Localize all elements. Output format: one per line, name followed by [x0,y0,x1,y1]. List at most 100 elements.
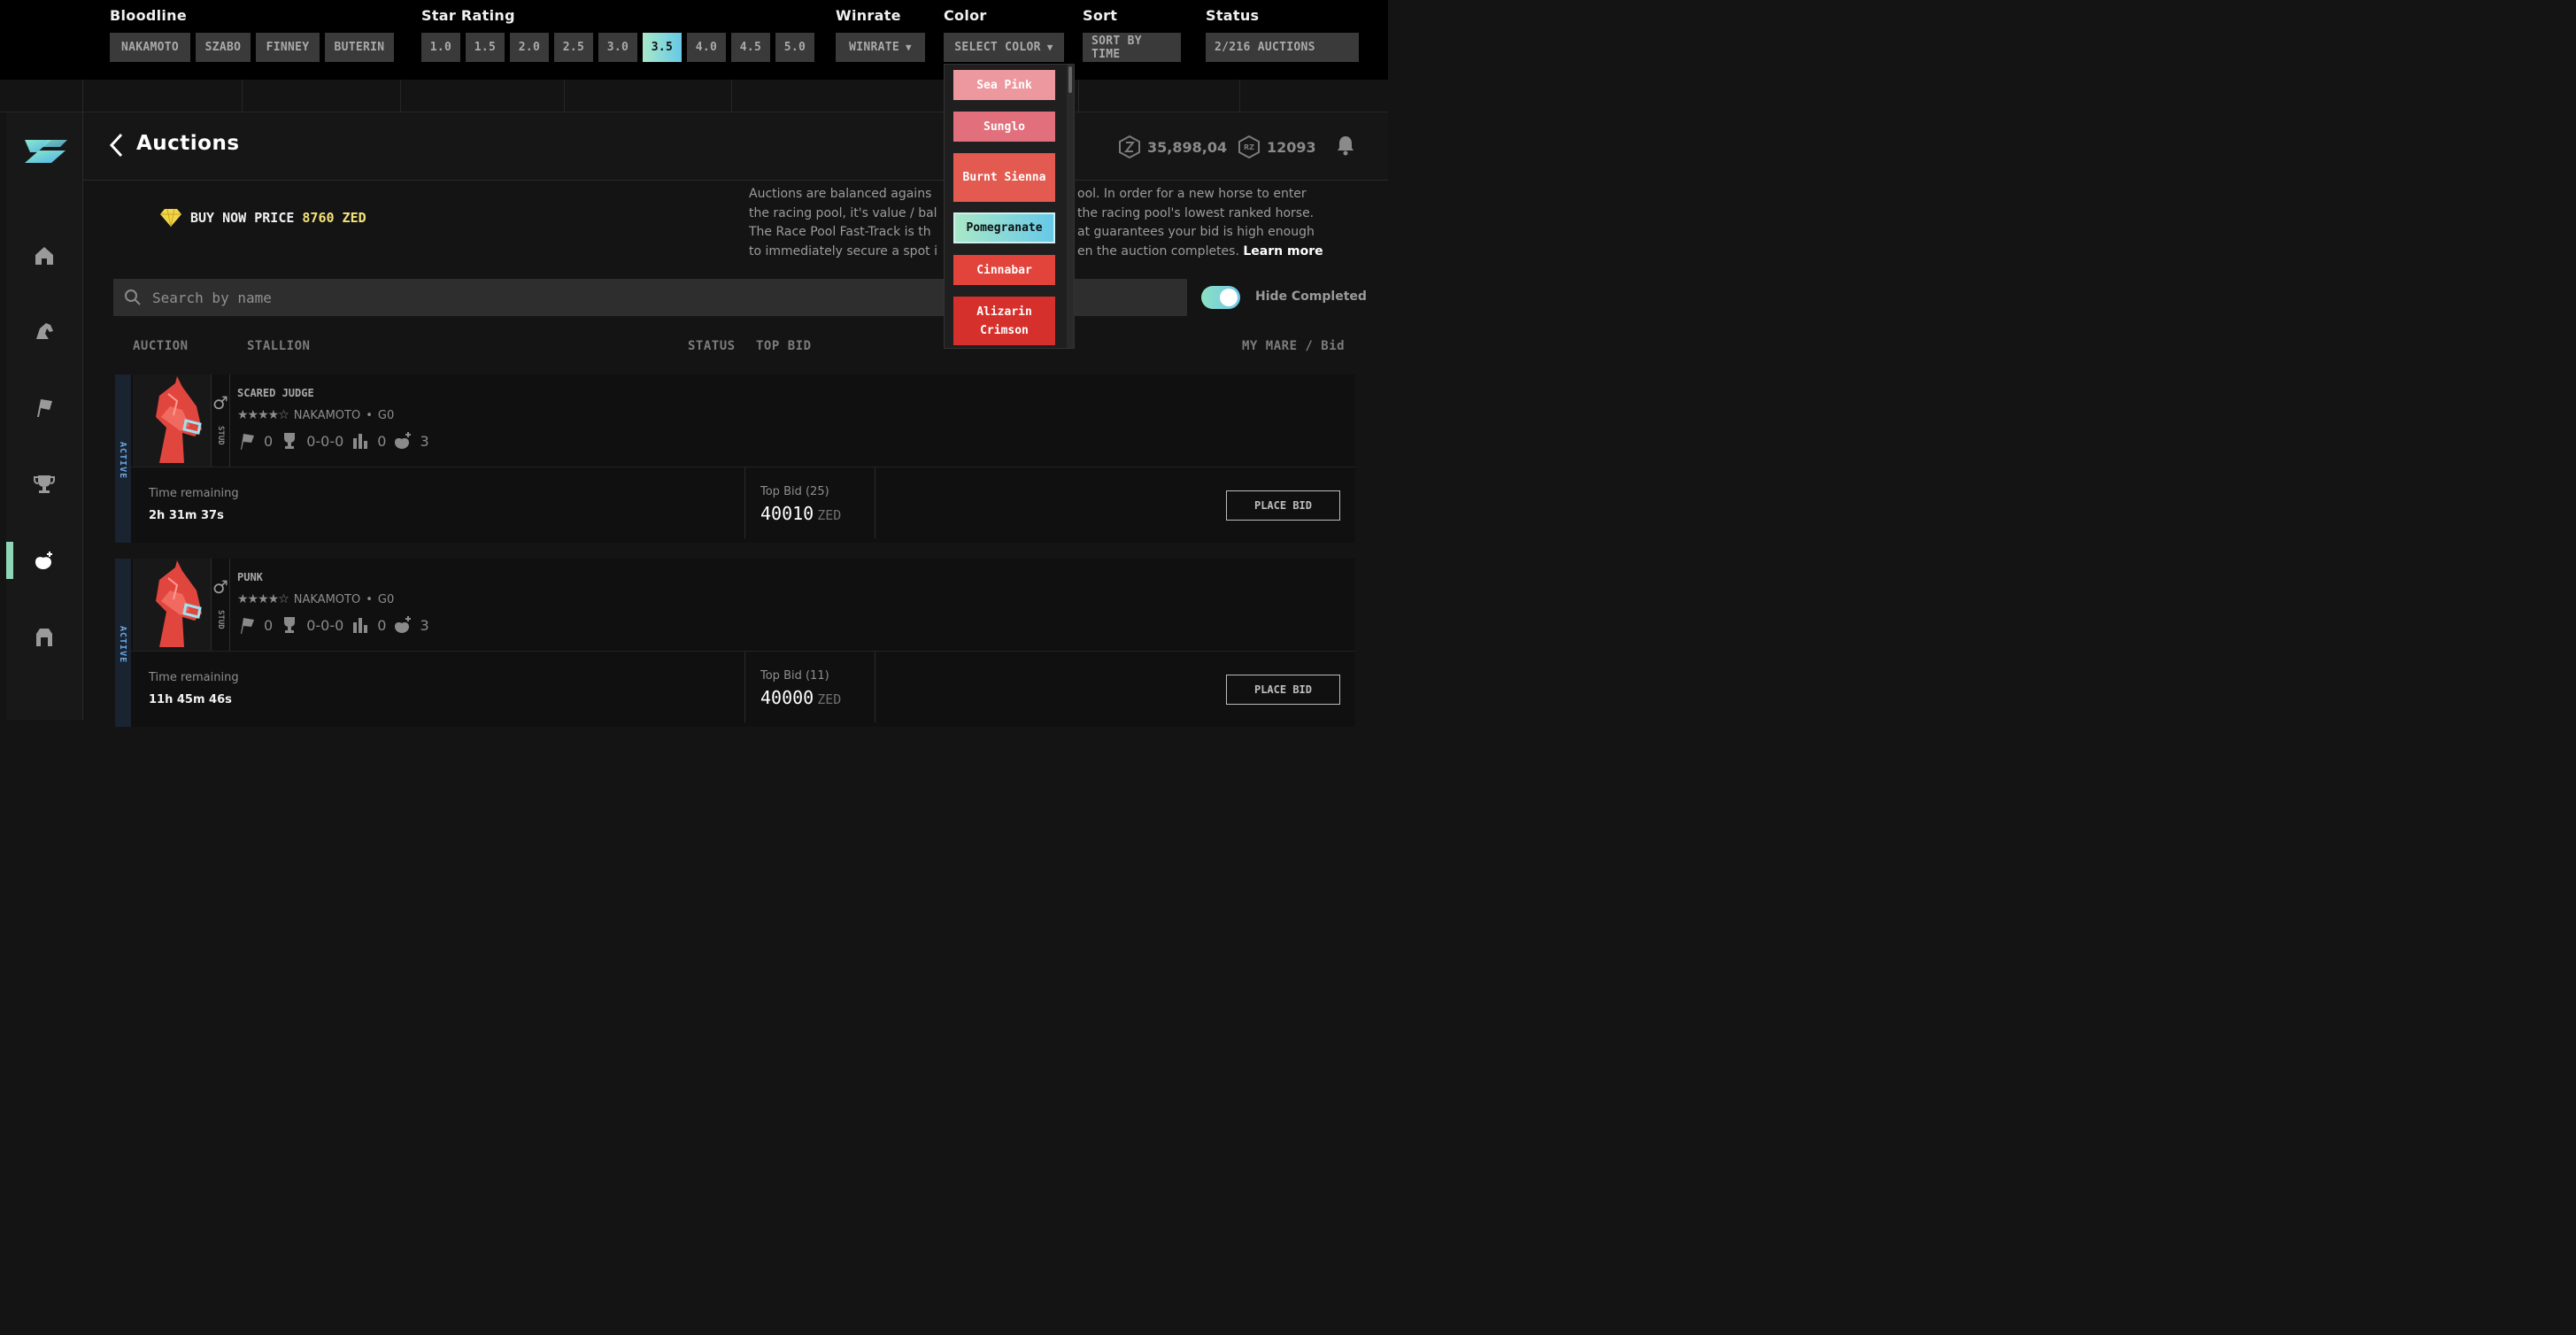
color-option-pomegranate[interactable]: Pomegranate [953,212,1055,243]
color-option-burnt-sienna[interactable]: Burnt Sienna [953,153,1055,202]
horse-stats: 0 0-0-0 0 3 [237,615,429,635]
buy-now-price: 8760 ZED [302,210,366,226]
horse-generation: G0 [377,408,395,422]
zed-balance-value: 35,898,04 [1147,138,1228,156]
page-header: Auctions 35,898,04 RZ 12093 [83,112,1388,180]
star-option-2-5[interactable]: 2.5 [554,33,593,62]
status-title: Status [1206,7,1260,24]
win-record: 0-0-0 [306,432,344,450]
toggle-knob [1220,289,1238,306]
place-bid-button[interactable]: PLACE BID [1226,675,1340,705]
star-option-5-0[interactable]: 5.0 [775,33,814,62]
star-rating-title: Star Rating [421,7,515,24]
bell-icon[interactable] [1336,135,1355,156]
place-bid-button[interactable]: PLACE BID [1226,490,1340,521]
offspring-count: 3 [420,432,429,450]
top-bid-box: Top Bid (25) 40010 ZED [744,467,875,538]
horse-meta: ★★★★☆ NAKAMOTO • G0 [237,592,394,606]
winrate-title: Winrate [836,7,901,24]
trophy-icon[interactable] [31,471,58,498]
color-option-sea-pink[interactable]: Sea Pink [953,70,1055,100]
color-filter: Color SELECT COLOR ▼ [944,7,1064,62]
column-header-auction[interactable]: AUCTION [133,339,189,353]
time-remaining-label: Time remaining [149,487,239,500]
star-option-1-5[interactable]: 1.5 [466,33,505,62]
info-text-line-4b: en the auction completes. [1077,243,1239,259]
nav-active-indicator [6,542,13,579]
zed-logo[interactable] [21,136,69,166]
male-icon: ♂ [212,576,228,598]
column-header-top-bid[interactable]: TOP BID [756,339,812,353]
grid-line [400,80,401,112]
flag-icon [241,434,254,450]
top-bid-label: Top Bid (11) [760,669,829,683]
rz-token-icon: RZ [1238,135,1260,158]
color-option-cinnabar[interactable]: Cinnabar [953,255,1055,285]
column-header-stallion[interactable]: STALLION [247,339,310,353]
top-bid-label: Top Bid (25) [760,485,829,498]
info-text-line-3b: at guarantees your bid is high enough [1077,225,1315,239]
horse-name[interactable]: PUNK [237,571,263,583]
info-panel: BUY NOW PRICE 8760 ZED Auctions are bala… [113,187,1370,275]
bloodline-filter: Bloodline NAKAMOTO SZABO FINNEY BUTERIN [110,7,394,62]
buy-now-label: BUY NOW PRICE [190,210,295,226]
diamond-icon [160,208,181,228]
winrate-select[interactable]: WINRATE ▼ [836,33,925,62]
currency-label: ZED [817,691,842,707]
home-icon[interactable] [31,243,58,269]
card-divider [131,651,1355,652]
hide-completed-label: Hide Completed [1255,289,1367,304]
stable-icon[interactable] [31,623,58,650]
color-select[interactable]: SELECT COLOR ▼ [944,33,1064,62]
star-rating-icon: ★★★★☆ [237,408,289,422]
grid-line [1078,80,1079,112]
star-option-2-0[interactable]: 2.0 [510,33,549,62]
filter-bar: Bloodline NAKAMOTO SZABO FINNEY BUTERIN … [0,0,1388,80]
page-title: Auctions [136,132,240,155]
star-rating-filter: Star Rating 1.0 1.5 2.0 2.5 3.0 3.5 4.0 … [421,7,814,62]
star-option-1-0[interactable]: 1.0 [421,33,460,62]
hide-completed-toggle[interactable] [1201,286,1240,309]
horse-portrait [133,559,211,651]
column-header-my-mare-bid[interactable]: MY MARE / Bid [1242,339,1345,353]
bloodline-option-buterin[interactable]: BUTERIN [325,33,394,62]
stat-value: 0 [377,616,387,634]
separator-dot: • [366,408,373,422]
dropdown-scrollbar[interactable] [1067,65,1074,348]
star-option-4-5[interactable]: 4.5 [731,33,770,62]
learn-more-link[interactable]: Learn more [1243,244,1323,259]
color-option-alizarin-crimson[interactable]: Alizarin Crimson [953,297,1055,345]
horse-name[interactable]: SCARED JUDGE [237,387,314,399]
sort-select[interactable]: SORT BY TIME [1083,33,1181,62]
bar-stats-icon [353,618,368,633]
sex-column: ♂ STUD [211,374,230,467]
races-count: 0 [264,616,274,634]
info-text-line-2b: the racing pool's lowest ranked horse. [1077,205,1315,220]
search-input[interactable] [152,289,949,306]
horse-icon[interactable] [31,318,58,344]
bar-stats-icon [353,434,368,449]
bloodline-option-finney[interactable]: FINNEY [256,33,320,62]
horse-bloodline: NAKAMOTO [293,592,361,606]
star-option-3-0[interactable]: 3.0 [598,33,637,62]
back-arrow-icon[interactable] [108,132,126,158]
star-option-3-5[interactable]: 3.5 [643,33,682,62]
top-bid-value: 40000 ZED [760,687,841,708]
breeding-icon[interactable] [31,548,58,575]
star-option-4-0[interactable]: 4.0 [687,33,726,62]
dropdown-scroll-thumb[interactable] [1068,66,1072,93]
color-select-label: SELECT COLOR [954,41,1041,54]
column-header-status[interactable]: STATUS [688,339,736,353]
status-select[interactable]: 2/216 AUCTIONS [1206,33,1359,62]
sex-column: ♂ STUD [211,559,230,651]
bloodline-option-szabo[interactable]: SZABO [196,33,251,62]
rz-balance: RZ 12093 [1238,135,1316,158]
bloodline-option-nakamoto[interactable]: NAKAMOTO [110,33,190,62]
status-strip: ACTIVE [115,374,131,543]
horse-head-icon [156,376,202,463]
zed-token-icon [1119,135,1140,158]
color-option-sunglo[interactable]: Sunglo [953,112,1055,142]
search-icon [125,289,141,305]
flag-icon[interactable] [31,394,58,421]
time-remaining-value: 2h 31m 37s [149,509,224,522]
